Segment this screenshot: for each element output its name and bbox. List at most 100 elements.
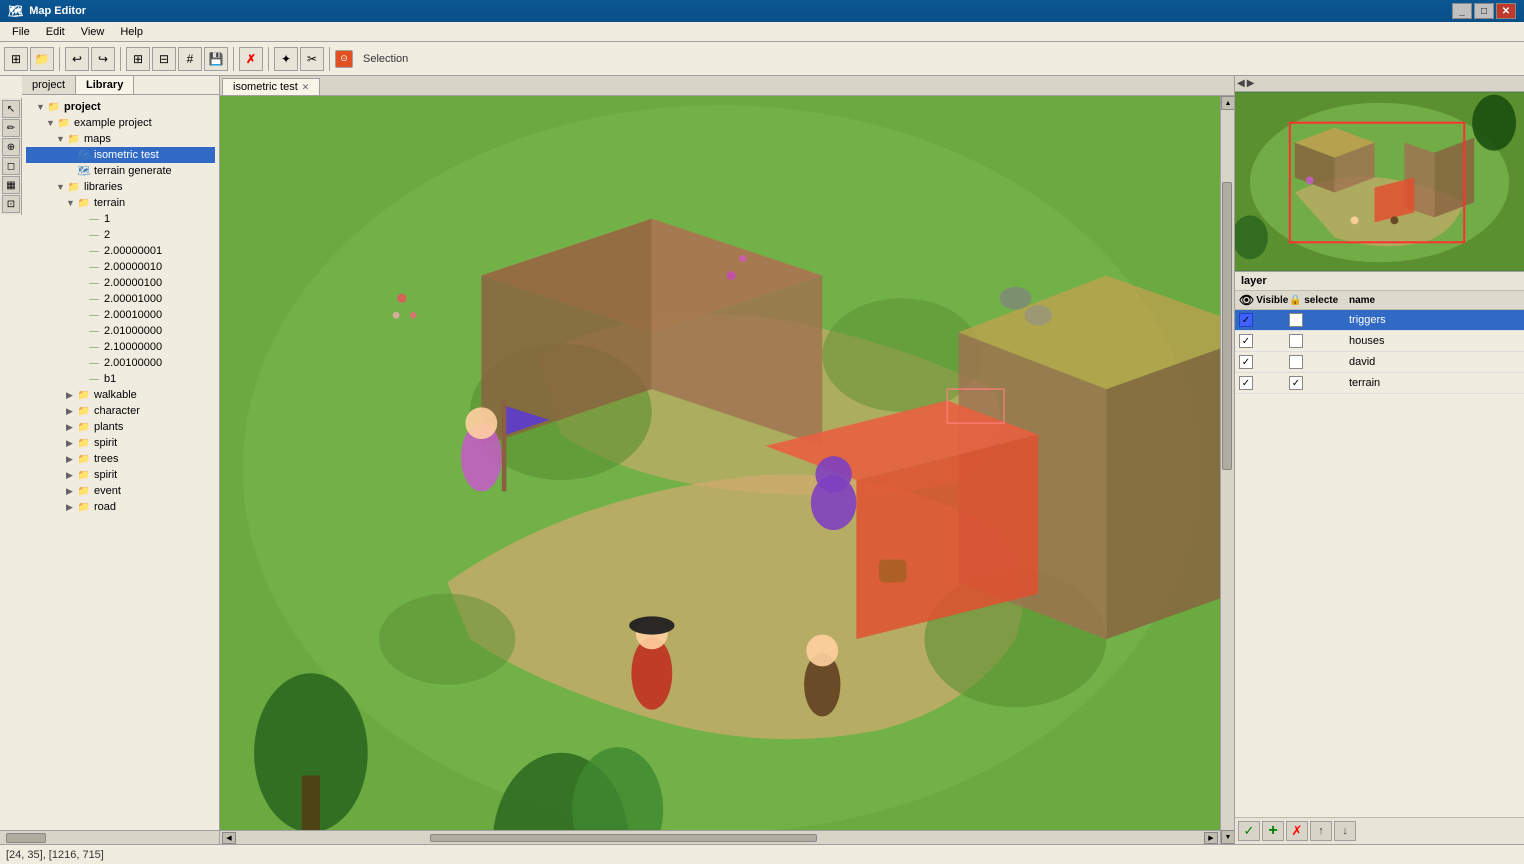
arrow-road[interactable]: ▶ xyxy=(66,502,76,513)
arrow-libs[interactable]: ▼ xyxy=(56,182,66,192)
layer-visible-check-terrain[interactable] xyxy=(1239,376,1253,390)
v-scroll-down[interactable]: ▼ xyxy=(1221,830,1234,844)
layer-selectable-check-terrain[interactable] xyxy=(1289,376,1303,390)
minimap-right-arrow[interactable]: ▶ xyxy=(1247,78,1255,89)
layer-row-triggers[interactable]: triggers xyxy=(1235,310,1524,331)
tool1-button[interactable]: ✦ xyxy=(274,47,298,71)
hash-button[interactable]: # xyxy=(178,47,202,71)
label-t10: 2.00100000 xyxy=(104,357,162,369)
eraser-tool[interactable]: ◻ xyxy=(2,157,20,175)
tree-b1[interactable]: — b1 xyxy=(26,371,215,387)
tree-hscrollbar[interactable] xyxy=(0,830,219,844)
stamp-tool[interactable]: ⊕ xyxy=(2,138,20,156)
tree-libraries[interactable]: ▼ 📁 libraries xyxy=(26,179,215,195)
tree-event[interactable]: ▶ 📁 event xyxy=(26,483,215,499)
folder-icon-terrain: 📁 xyxy=(76,196,92,210)
fill-tool[interactable]: ▦ xyxy=(2,176,20,194)
redo-button[interactable]: ↪ xyxy=(91,47,115,71)
new-button[interactable]: ⊞ xyxy=(4,47,28,71)
minimize-button[interactable]: _ xyxy=(1452,3,1472,19)
tree-example-project[interactable]: ▼ 📁 example project xyxy=(26,115,215,131)
mode-icon[interactable]: ⊙ xyxy=(335,50,353,68)
layer-delete-button[interactable]: ✗ xyxy=(1286,821,1308,841)
tab-library[interactable]: Library xyxy=(76,76,134,94)
arrow-example[interactable]: ▼ xyxy=(46,118,56,128)
layer-selectable-check-david[interactable] xyxy=(1289,355,1303,369)
tab-project[interactable]: project xyxy=(22,76,76,94)
tree-road[interactable]: ▶ 📁 road xyxy=(26,499,215,515)
open-button[interactable]: 📁 xyxy=(30,47,54,71)
arrow-trees[interactable]: ▶ xyxy=(66,454,76,465)
arrow-project[interactable]: ▼ xyxy=(36,102,46,112)
tree-terrain-1[interactable]: — 1 xyxy=(26,211,215,227)
close-button[interactable]: ✕ xyxy=(1496,3,1516,19)
layer-selectable-check-triggers[interactable] xyxy=(1289,313,1303,327)
h-scrollbar[interactable]: ◀ ▶ xyxy=(220,830,1220,844)
h-scroll-left[interactable]: ◀ xyxy=(222,832,236,844)
tree-t5[interactable]: — 2.00000100 xyxy=(26,275,215,291)
layer-row-houses[interactable]: houses xyxy=(1235,331,1524,352)
tree-t4[interactable]: — 2.00000010 xyxy=(26,259,215,275)
pointer-tool[interactable]: ↖ xyxy=(2,100,20,118)
tree-plants[interactable]: ▶ 📁 plants xyxy=(26,419,215,435)
arrow-walkable[interactable]: ▶ xyxy=(66,390,76,401)
v-scroll-thumb[interactable] xyxy=(1222,182,1232,470)
tree-maps[interactable]: ▼ 📁 maps xyxy=(26,131,215,147)
undo-button[interactable]: ↩ xyxy=(65,47,89,71)
map-viewport[interactable] xyxy=(220,96,1220,830)
layer-down-button[interactable]: ↓ xyxy=(1334,821,1356,841)
tab-close-iso[interactable]: ✕ xyxy=(302,82,310,93)
arrow-terrain-folder[interactable]: ▼ xyxy=(66,198,76,208)
maximize-button[interactable]: □ xyxy=(1474,3,1494,19)
arrow-houses[interactable]: ▶ xyxy=(66,470,76,481)
grid-button[interactable]: ⊞ xyxy=(126,47,150,71)
tree-t3[interactable]: — 2.00000001 xyxy=(26,243,215,259)
layer-visible-check-houses[interactable] xyxy=(1239,334,1253,348)
layer-add-button[interactable]: + xyxy=(1262,821,1284,841)
tab-isometric-test[interactable]: isometric test ✕ xyxy=(222,78,320,95)
h-scroll-thumb[interactable] xyxy=(430,834,817,842)
menu-edit[interactable]: Edit xyxy=(38,24,73,40)
tree-t6[interactable]: — 2.00001000 xyxy=(26,291,215,307)
layer-check-button[interactable]: ✓ xyxy=(1238,821,1260,841)
pencil-tool[interactable]: ✏ xyxy=(2,119,20,137)
select-tool[interactable]: ⊡ xyxy=(2,195,20,213)
tree-terrain-generate[interactable]: 🗺 terrain generate xyxy=(26,163,215,179)
layer-visible-check-david[interactable] xyxy=(1239,355,1253,369)
cancel-button[interactable]: ✗ xyxy=(239,47,263,71)
iso-map[interactable] xyxy=(220,96,1220,830)
tree-t10[interactable]: — 2.00100000 xyxy=(26,355,215,371)
tree-trees[interactable]: ▶ 📁 trees xyxy=(26,451,215,467)
minimap-left-arrow[interactable]: ◀ xyxy=(1237,78,1245,89)
layer-row-terrain[interactable]: terrain xyxy=(1235,373,1524,394)
layer-toolbar: ✓ + ✗ ↑ ↓ xyxy=(1235,817,1524,844)
menu-file[interactable]: File xyxy=(4,24,38,40)
grid2-button[interactable]: ⊟ xyxy=(152,47,176,71)
arrow-spirit[interactable]: ▶ xyxy=(66,438,76,449)
tree-walkable[interactable]: ▶ 📁 walkable xyxy=(26,387,215,403)
tree-t8[interactable]: — 2.01000000 xyxy=(26,323,215,339)
tree-houses[interactable]: ▶ 📁 spirit xyxy=(26,467,215,483)
menu-help[interactable]: Help xyxy=(112,24,151,40)
tree-terrain-folder[interactable]: ▼ 📁 terrain xyxy=(26,195,215,211)
h-scroll-right[interactable]: ▶ xyxy=(1204,832,1218,844)
tree-spirit[interactable]: ▶ 📁 spirit xyxy=(26,435,215,451)
arrow-character[interactable]: ▶ xyxy=(66,406,76,417)
layer-row-david[interactable]: david xyxy=(1235,352,1524,373)
layer-visible-check-triggers[interactable] xyxy=(1239,313,1253,327)
v-scroll-up[interactable]: ▲ xyxy=(1221,96,1234,110)
tree-terrain-2[interactable]: — 2 xyxy=(26,227,215,243)
menu-view[interactable]: View xyxy=(73,24,113,40)
tree-t7[interactable]: — 2.00010000 xyxy=(26,307,215,323)
layer-selectable-check-houses[interactable] xyxy=(1289,334,1303,348)
tree-character[interactable]: ▶ 📁 character xyxy=(26,403,215,419)
layer-up-button[interactable]: ↑ xyxy=(1310,821,1332,841)
tree-isometric-test[interactable]: 🗺 isometric test xyxy=(26,147,215,163)
arrow-event[interactable]: ▶ xyxy=(66,486,76,497)
save-button[interactable]: 💾 xyxy=(204,47,228,71)
tree-t9[interactable]: — 2.10000000 xyxy=(26,339,215,355)
arrow-plants[interactable]: ▶ xyxy=(66,422,76,433)
arrow-maps[interactable]: ▼ xyxy=(56,134,66,144)
tree-hscroll-thumb[interactable] xyxy=(6,833,46,843)
tool2-button[interactable]: ✂ xyxy=(300,47,324,71)
